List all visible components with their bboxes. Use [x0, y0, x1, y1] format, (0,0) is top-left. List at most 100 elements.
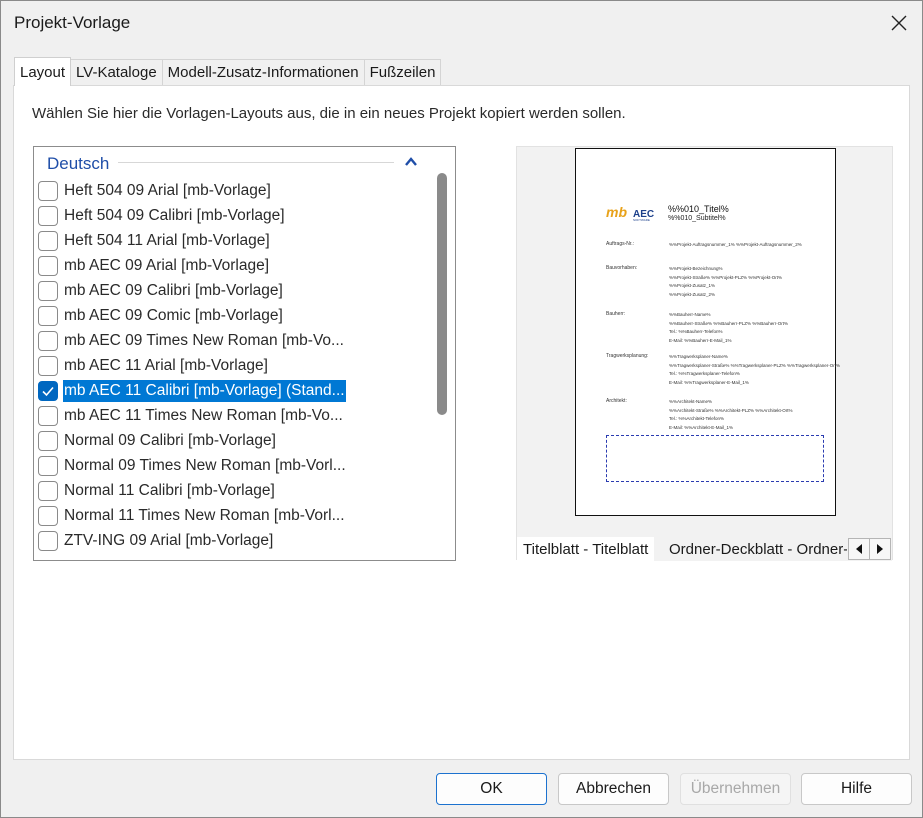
layout-tab-panel: Wählen Sie hier die Vorlagen-Layouts aus… [13, 85, 910, 760]
list-item[interactable]: Normal 11 Times New Roman [mb-Vorl... [38, 503, 346, 528]
preview-row-value: Tel.: %%Architekt-Telefon% [669, 416, 725, 421]
item-checkbox[interactable] [38, 280, 58, 301]
checkmark-icon [42, 386, 54, 396]
tab-strip: Layout LV-Kataloge Modell-Zusatz-Informa… [14, 57, 442, 86]
preview-tab-titelblatt[interactable]: Titelblatt - Titelblatt [517, 537, 655, 561]
item-checkbox[interactable] [38, 255, 58, 276]
list-item[interactable]: Normal 09 Times New Roman [mb-Vorl... [38, 453, 347, 478]
item-checkbox[interactable] [38, 405, 58, 426]
item-checkbox[interactable] [38, 455, 58, 476]
item-label: ZTV-ING 09 Arial [mb-Vorlage] [64, 531, 274, 549]
list-item[interactable]: Heft 504 09 Calibri [mb-Vorlage] [38, 203, 286, 228]
list-item[interactable]: ZTV-ING 09 Arial [mb-Vorlage] [38, 528, 274, 553]
tab-modell-zusatz-informationen[interactable]: Modell-Zusatz-Informationen [161, 59, 365, 85]
preview-row-value: %%Tragwerksplaner-Straße% %%Tragwerkspla… [669, 362, 841, 368]
list-item[interactable]: mb AEC 09 Times New Roman [mb-Vo... [38, 328, 345, 353]
group-title: Deutsch [47, 154, 110, 173]
preview-row-label: Architekt: [606, 398, 627, 404]
item-label: Normal 09 Calibri [mb-Vorlage] [64, 431, 276, 449]
preview-row-label: Bauherr: [606, 311, 626, 317]
list-scrollbar[interactable] [437, 173, 447, 558]
item-label: mb AEC 11 Calibri [mb-Vorlage] (Stand... [63, 379, 346, 402]
item-checkbox[interactable] [38, 355, 58, 376]
scroll-right-button[interactable] [869, 538, 891, 560]
ok-button[interactable]: OK [436, 773, 547, 805]
item-checkbox[interactable] [38, 205, 58, 226]
scroll-left-button[interactable] [848, 538, 870, 560]
scroll-thumb[interactable] [437, 173, 447, 415]
preview-row-value: %%Bauherr-Straße% %%Bauherr-PLZ% %%Bauhe… [669, 320, 789, 326]
preview-row-value: %%Projekt-Auftragsnummer_1% %%Projekt-Au… [669, 242, 802, 247]
preview-row-value: %%Tragwerksplaner-Name% [669, 354, 728, 359]
preview-row-value: E-Mail: %%Tragwerksplaner-E-Mail_1% [669, 379, 749, 385]
preview-row-label: Tragwerksplanung: [606, 353, 649, 359]
tab-layout[interactable]: Layout [14, 57, 72, 86]
instruction-text: Wählen Sie hier die Vorlagen-Layouts aus… [32, 105, 626, 122]
arrow-left-icon [856, 544, 862, 554]
preview-row-value: %%Projekt-Zusatz_2% [669, 291, 716, 297]
preview-row-value: %%Architekt-Straße% %%Architekt-PLZ% %%A… [669, 407, 793, 413]
item-label: Heft 504 09 Arial [mb-Vorlage] [64, 181, 271, 199]
item-label: Heft 504 11 Arial [mb-Vorlage] [64, 231, 270, 249]
window-title: Projekt-Vorlage [14, 13, 131, 32]
item-checkbox[interactable] [38, 505, 58, 526]
list-item[interactable]: mb AEC 09 Arial [mb-Vorlage] [38, 253, 270, 278]
tab-lv-kataloge[interactable]: LV-Kataloge [70, 59, 163, 85]
preview-page: mb AEC SOFTWARE %%010_Titel% %%010_Subti… [575, 148, 840, 516]
svg-text:mb: mb [606, 204, 627, 220]
preview-row-value: Tel.: %%Tragwerksplaner-Telefon% [669, 371, 740, 376]
item-checkbox[interactable] [38, 330, 58, 351]
item-label: mb AEC 11 Times New Roman [mb-Vo... [64, 406, 343, 424]
preview-subtitle: %%010_Subtitel% [668, 215, 726, 222]
layout-preview: mb AEC SOFTWARE %%010_Titel% %%010_Subti… [516, 146, 893, 561]
group-divider [118, 162, 394, 163]
preview-tab-scroll [848, 538, 891, 560]
list-item[interactable]: Heft 504 11 Arial [mb-Vorlage] [38, 228, 271, 253]
preview-row-label: Bauvorhaben: [606, 265, 638, 271]
item-checkbox[interactable] [38, 430, 58, 451]
item-checkbox[interactable] [38, 480, 58, 501]
preview-placeholder-box [606, 435, 824, 482]
preview-title: %%010_Titel% [668, 204, 729, 214]
preview-row-value: %%Projekt-Zusatz_1% [669, 283, 716, 288]
item-label: mb AEC 11 Arial [mb-Vorlage] [64, 356, 268, 374]
item-checkbox[interactable] [38, 530, 58, 551]
list-item[interactable]: mb AEC 09 Calibri [mb-Vorlage] [38, 278, 284, 303]
preview-row-value: E-Mail: %%Architekt-E-Mail_1% [669, 424, 734, 430]
preview-row-value: %%Projekt-Straße% %%Projekt-PLZ% %%Proje… [669, 274, 783, 280]
list-item[interactable]: mb AEC 11 Times New Roman [mb-Vo... [38, 403, 344, 428]
item-label: mb AEC 09 Arial [mb-Vorlage] [64, 256, 270, 274]
chevron-up-icon[interactable] [404, 155, 418, 169]
group-header[interactable]: Deutsch [34, 147, 434, 177]
close-button[interactable] [876, 1, 922, 45]
preview-row-label: Auftrags-Nr.: [606, 241, 635, 247]
tab-fusszeilen[interactable]: Fußzeilen [363, 59, 442, 85]
item-label: mb AEC 09 Comic [mb-Vorlage] [64, 306, 283, 324]
apply-button[interactable]: Übernehmen [680, 773, 791, 805]
close-icon [891, 15, 907, 31]
list-item[interactable]: Heft 504 09 Arial [mb-Vorlage] [38, 178, 272, 203]
item-label: mb AEC 09 Times New Roman [mb-Vo... [64, 331, 344, 349]
preview-row-value: %%Architekt-Name% [669, 399, 713, 404]
preview-row-value: %%Projekt-Bezeichnung% [669, 266, 723, 271]
list-item[interactable]: Normal 11 Calibri [mb-Vorlage] [38, 478, 276, 503]
title-bar: Projekt-Vorlage [1, 1, 922, 45]
item-checkbox[interactable] [38, 230, 58, 251]
item-checkbox[interactable] [38, 305, 58, 326]
preview-row-value: E-Mail: %%Bauherr-E-Mail_1% [669, 337, 732, 343]
help-button[interactable]: Hilfe [801, 773, 912, 805]
preview-row-value: Tel.: %%Bauherr-Telefon% [669, 329, 723, 334]
item-label: Normal 09 Times New Roman [mb-Vorl... [64, 456, 346, 474]
layout-list[interactable]: Deutsch Heft 504 09 Arial [mb-Vorlage] He… [33, 146, 456, 561]
item-label: Normal 11 Times New Roman [mb-Vorl... [64, 506, 345, 524]
list-item[interactable]: mb AEC 11 Calibri [mb-Vorlage] (Stand... [38, 378, 346, 403]
item-checkbox[interactable] [38, 180, 58, 201]
list-item[interactable]: mb AEC 11 Arial [mb-Vorlage] [38, 353, 269, 378]
svg-text:SOFTWARE: SOFTWARE [633, 218, 650, 222]
cancel-button[interactable]: Abbrechen [558, 773, 669, 805]
preview-tab-ordner-deckblatt[interactable]: Ordner-Deckblatt - Ordner-Deckblatt [663, 537, 847, 561]
list-item[interactable]: mb AEC 09 Comic [mb-Vorlage] [38, 303, 284, 328]
preview-tab-strip: Titelblatt - Titelblatt Ordner-Deckblatt… [517, 535, 892, 561]
list-item[interactable]: Normal 09 Calibri [mb-Vorlage] [38, 428, 277, 453]
item-checkbox[interactable] [38, 380, 58, 401]
